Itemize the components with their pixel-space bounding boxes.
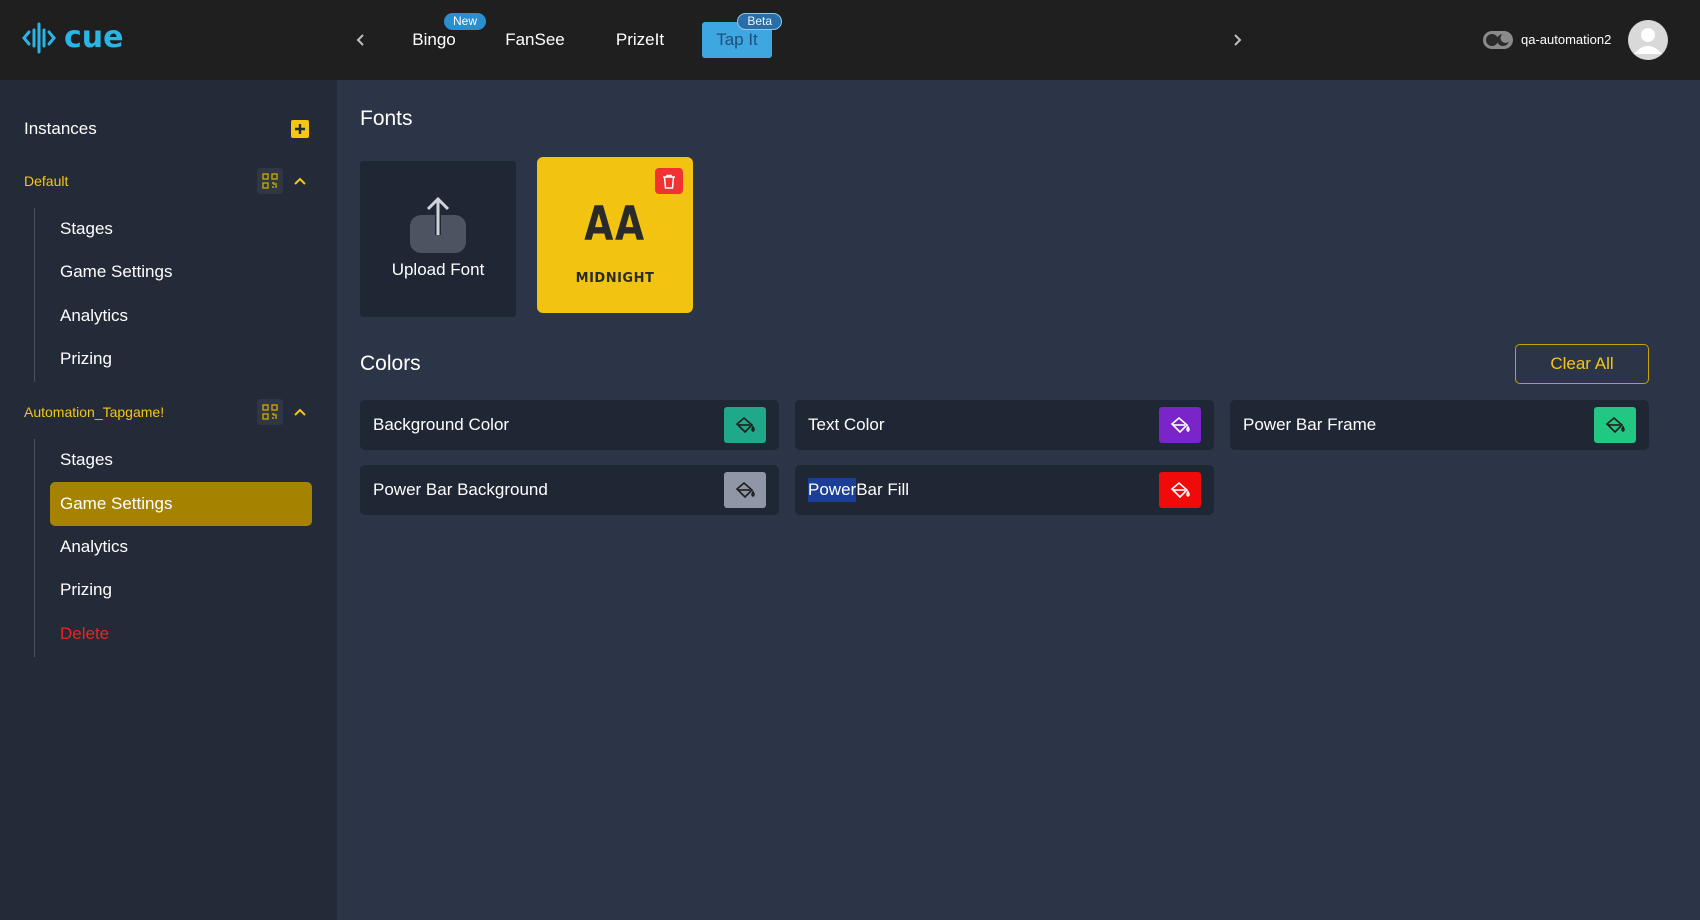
color-label: Power Bar Frame xyxy=(1243,415,1377,434)
instance-group-default[interactable]: Default xyxy=(24,173,68,189)
trash-icon xyxy=(663,174,675,189)
upload-icon xyxy=(410,196,466,253)
sidebar-item-stages[interactable]: Stages xyxy=(50,207,312,251)
color-label: Background Color xyxy=(373,415,510,434)
tree-line xyxy=(34,439,35,657)
tab-label: PrizeIt xyxy=(615,30,665,49)
sidebar-item-game-settings-active[interactable]: Game Settings xyxy=(50,482,312,526)
paint-bucket-icon xyxy=(1170,481,1190,499)
sidebar-item-stages[interactable]: Stages xyxy=(50,438,312,482)
moon-icon xyxy=(1497,33,1510,46)
selected-text: Power xyxy=(808,478,857,502)
qr-code-button[interactable] xyxy=(257,399,283,425)
sidebar-item-label: Game Settings xyxy=(60,494,173,513)
sidebar-item-label: Game Settings xyxy=(60,262,173,281)
sidebar-item-label: Prizing xyxy=(60,580,112,599)
sidebar-item-prizing[interactable]: Prizing xyxy=(50,337,312,381)
label-rest: Bar Fill xyxy=(856,480,910,499)
fonts-title: Fonts xyxy=(360,107,413,130)
username: qa-automation2 xyxy=(1521,32,1612,47)
tree-line xyxy=(34,208,35,382)
color-label: Text Color xyxy=(808,415,885,434)
chevron-up-icon[interactable] xyxy=(292,404,308,420)
paint-bucket-icon xyxy=(1170,416,1190,434)
tab-bingo[interactable]: Bingo New xyxy=(406,13,486,58)
color-row-power-bar-background: Power Bar Background xyxy=(360,465,779,515)
nav-prev-button[interactable] xyxy=(350,28,372,52)
plus-icon xyxy=(295,124,305,134)
sidebar-item-analytics[interactable]: Analytics xyxy=(50,525,312,569)
color-picker-button[interactable] xyxy=(1159,472,1201,508)
upload-font-label: Upload Font xyxy=(391,260,485,279)
chevron-up-icon[interactable] xyxy=(292,173,308,189)
colors-title: Colors xyxy=(360,352,421,375)
color-row-background: Background Color xyxy=(360,400,779,450)
tab-label: Tap It xyxy=(716,30,758,49)
chevron-left-icon xyxy=(356,34,364,46)
font-sample: AA xyxy=(584,197,646,252)
clear-all-label: Clear All xyxy=(1550,354,1614,373)
delete-label: Delete xyxy=(60,624,110,643)
sidebar-item-label: Stages xyxy=(60,219,113,238)
user-icon xyxy=(1634,28,1662,54)
clear-all-button[interactable]: Clear All xyxy=(1515,344,1649,384)
sidebar-item-label: Analytics xyxy=(60,537,129,556)
qr-code-icon xyxy=(262,404,278,420)
sidebar-item-analytics[interactable]: Analytics xyxy=(50,294,312,338)
instances-title: Instances xyxy=(24,119,97,138)
soundwave-icon xyxy=(22,22,56,54)
tab-label: FanSee xyxy=(505,30,565,49)
qr-code-button[interactable] xyxy=(257,168,283,194)
tab-fansee[interactable]: FanSee xyxy=(504,22,566,58)
logo-text: cue xyxy=(64,20,124,55)
color-label: Power Bar Fill xyxy=(808,465,909,515)
nav-next-button[interactable] xyxy=(1226,28,1248,52)
sidebar-item-label: Stages xyxy=(60,450,113,469)
theme-toggle[interactable] xyxy=(1483,31,1513,49)
tab-label: Bingo xyxy=(412,30,456,49)
beta-badge: Beta xyxy=(737,13,782,30)
color-row-text: Text Color xyxy=(795,400,1214,450)
color-picker-button[interactable] xyxy=(1159,407,1201,443)
sidebar-item-label: Prizing xyxy=(60,349,112,368)
avatar[interactable] xyxy=(1628,20,1668,60)
add-instance-button[interactable] xyxy=(291,120,309,138)
paint-bucket-icon xyxy=(1605,416,1625,434)
instance-group-automation[interactable]: Automation_Tapgame! xyxy=(24,404,164,420)
upload-font-button[interactable]: Upload Font xyxy=(360,161,516,317)
sidebar-item-label: Analytics xyxy=(60,306,129,325)
color-row-power-bar-frame: Power Bar Frame xyxy=(1230,400,1649,450)
font-card-midnight[interactable]: AA MIDNIGHT xyxy=(537,157,693,313)
top-bar: cue Bingo New FanSee PrizeIt Tap It Beta… xyxy=(0,0,1700,80)
color-label: Power Bar Background xyxy=(373,480,548,499)
font-name: MIDNIGHT xyxy=(575,271,655,286)
delete-instance-button[interactable]: Delete xyxy=(50,612,312,656)
paint-bucket-icon xyxy=(735,481,755,499)
qr-code-icon xyxy=(262,173,278,189)
paint-bucket-icon xyxy=(735,416,755,434)
tab-tapit[interactable]: Tap It Beta xyxy=(702,13,782,58)
sidebar-item-game-settings[interactable]: Game Settings xyxy=(50,250,312,294)
color-picker-button[interactable] xyxy=(1594,407,1636,443)
color-row-power-bar-fill: Power Bar Fill xyxy=(795,465,1214,515)
sidebar-item-prizing[interactable]: Prizing xyxy=(50,568,312,612)
delete-font-button[interactable] xyxy=(655,168,683,194)
chevron-right-icon xyxy=(1234,34,1242,46)
new-badge: New xyxy=(443,13,486,30)
logo[interactable]: cue xyxy=(22,20,124,56)
color-picker-button[interactable] xyxy=(724,407,766,443)
tab-prizeit[interactable]: PrizeIt xyxy=(612,22,668,58)
color-picker-button[interactable] xyxy=(724,472,766,508)
